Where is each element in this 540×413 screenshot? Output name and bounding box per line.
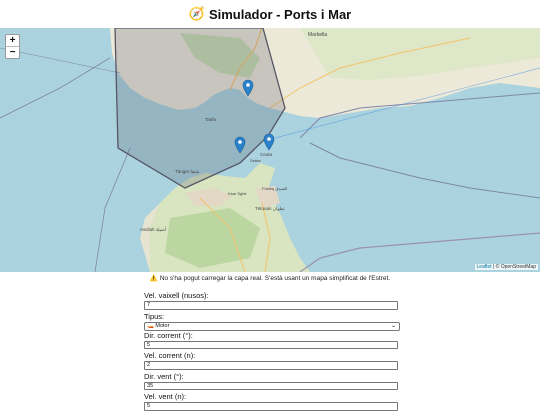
- current-speed-input[interactable]: 2: [144, 361, 398, 370]
- place-label-ksar: Ksar Sghir: [228, 191, 247, 196]
- place-label-assilah: Assilah أصيلة: [140, 225, 167, 232]
- osm-attribution: | © OpenStreetMap: [491, 264, 536, 270]
- maritime-line: [309, 142, 540, 199]
- place-label-tarifa: Tarifa: [205, 117, 217, 122]
- speed-label: Vel. vaixell (nusos):: [144, 291, 209, 300]
- map-canvas[interactable]: Marbella Tarifa Ceuta Sebta Fnideq الفني…: [0, 28, 540, 272]
- type-select-value: Motor: [155, 322, 170, 329]
- leaflet-link[interactable]: Leaflet: [477, 264, 492, 270]
- type-label: Tipus:: [144, 311, 165, 321]
- compass-icon: 🧭: [188, 6, 205, 21]
- wind-speed-label: Vel. vent (n):: [144, 392, 187, 401]
- warning-message: ⚠️ No s'ha pogut carregar la capa real. …: [0, 274, 540, 282]
- current-speed-label: Vel. corrent (n):: [144, 351, 196, 360]
- zoom-out-button[interactable]: −: [6, 46, 19, 58]
- map-marker[interactable]: [263, 133, 275, 151]
- place-label-fnideq: Fnideq الفنيدق: [262, 186, 287, 191]
- place-label-marbella: Marbella: [308, 32, 327, 38]
- wind-speed-input[interactable]: 5: [144, 402, 398, 411]
- speed-input[interactable]: 7: [144, 301, 398, 310]
- map-view[interactable]: Marbella Tarifa Ceuta Sebta Fnideq الفني…: [0, 28, 540, 272]
- map-attribution: Leaflet | © OpenStreetMap: [474, 264, 538, 270]
- type-select[interactable]: 🚤 Motor ⌄: [144, 321, 400, 331]
- simulation-form: Vel. vaixell (nusos): 7 Tipus: 🚤 Motor ⌄…: [144, 291, 400, 413]
- maritime-line: [94, 147, 131, 272]
- place-label-sebta: Sebta: [250, 158, 261, 163]
- current-dir-label: Dir. corrent (°):: [144, 330, 193, 340]
- wind-dir-input[interactable]: 35: [144, 381, 398, 390]
- warning-icon: ⚠️: [149, 275, 158, 282]
- warning-text: No s'ha pogut carregar la capa real. S'e…: [159, 275, 391, 282]
- boat-icon: 🚤: [147, 322, 154, 329]
- place-label-ceuta: Ceuta: [260, 152, 273, 157]
- zoom-control: + −: [5, 34, 20, 59]
- page-title: 🧭 Simulador - Ports i Mar: [0, 0, 540, 28]
- chevron-down-icon: ⌄: [390, 322, 396, 329]
- current-dir-input[interactable]: 5: [144, 340, 398, 349]
- maritime-line: [0, 57, 111, 119]
- page-title-text: Simulador - Ports i Mar: [208, 6, 352, 22]
- zoom-in-button[interactable]: +: [6, 35, 19, 46]
- place-label-tanger: Tànger شتفا: [175, 169, 200, 174]
- wind-dir-label: Dir. vent (°):: [144, 371, 184, 381]
